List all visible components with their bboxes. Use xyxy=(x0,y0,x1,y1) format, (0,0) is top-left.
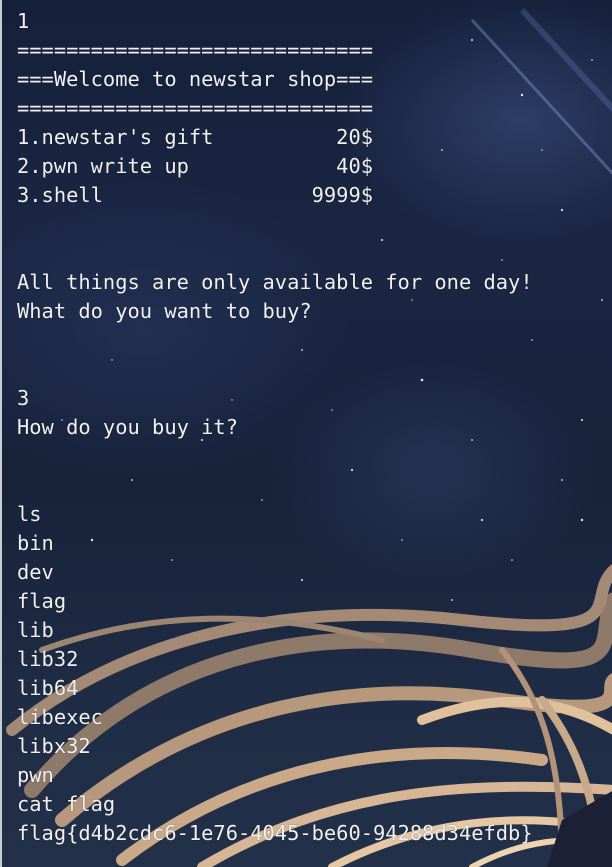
terminal-window[interactable]: 1 ============================= ===Welco… xyxy=(0,0,612,867)
terminal-line: ============================= xyxy=(17,38,374,62)
terminal-line: 1.newstar's gift 20$ xyxy=(17,125,374,149)
terminal-line: libexec xyxy=(17,705,103,729)
terminal-line: cat flag xyxy=(17,792,116,816)
terminal-line: All things are only available for one da… xyxy=(17,270,533,294)
terminal-line: 2.pwn write up 40$ xyxy=(17,154,374,178)
terminal-line: libx32 xyxy=(17,734,91,758)
terminal-line: ls xyxy=(17,502,42,526)
terminal-output: 1 ============================= ===Welco… xyxy=(17,7,533,848)
terminal-line: bin xyxy=(17,531,54,555)
terminal-line: flag xyxy=(17,589,67,613)
terminal-line: lib xyxy=(17,618,54,642)
terminal-line: ============================= xyxy=(17,96,374,120)
terminal-line: flag{d4b2cdc6-1e76-4045-be60-94288d34efd… xyxy=(17,821,533,845)
terminal-line: What do you want to buy? xyxy=(17,299,312,323)
terminal-line: 3.shell 9999$ xyxy=(17,183,374,207)
terminal-line: lib32 xyxy=(17,647,79,671)
terminal-line: 3 xyxy=(17,386,30,410)
terminal-line: dev xyxy=(17,560,54,584)
terminal-line: lib64 xyxy=(17,676,79,700)
terminal-line: ===Welcome to newstar shop=== xyxy=(17,67,374,91)
terminal-line: How do you buy it? xyxy=(17,415,238,439)
terminal-line: 1 xyxy=(17,9,30,33)
terminal-line: pwn xyxy=(17,763,54,787)
